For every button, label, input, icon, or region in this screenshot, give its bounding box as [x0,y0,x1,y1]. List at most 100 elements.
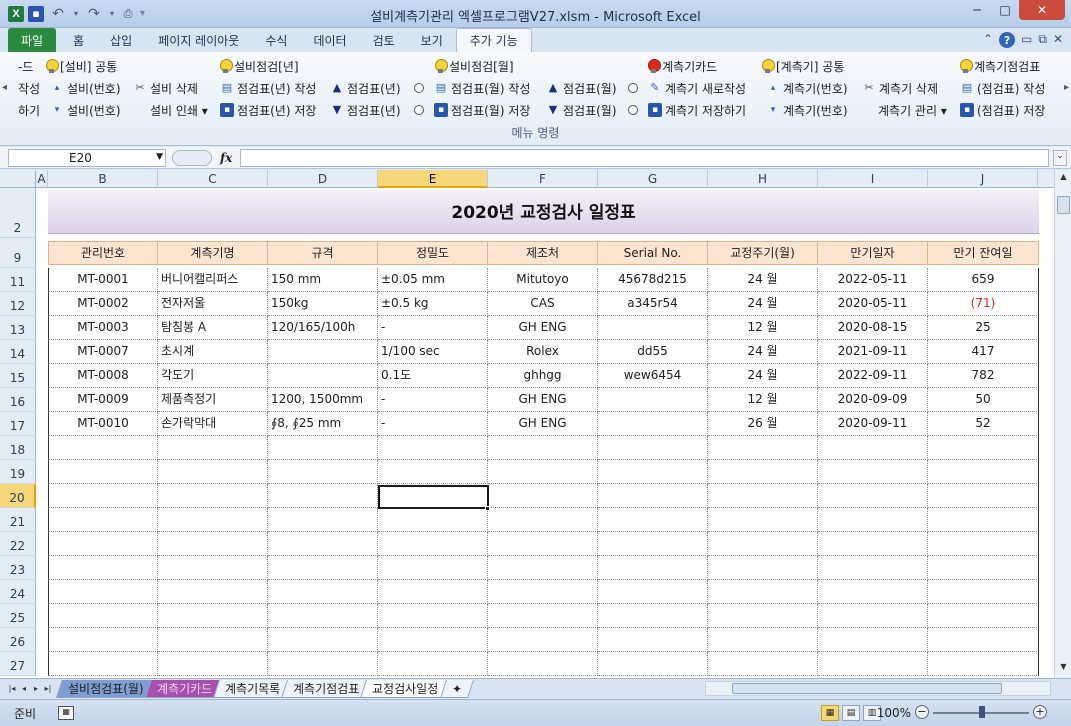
cell-due-date[interactable]: 2020-08-15 [818,316,928,340]
cell-spec[interactable] [268,628,378,652]
row-header-selected[interactable]: 20 [0,484,36,508]
ribbon-item-sort-equip-desc[interactable]: ▾ 설비(번호) [50,101,121,119]
tab-review[interactable]: 검토 [360,28,408,52]
tab-home[interactable]: 홈 [60,28,97,52]
ribbon-item-delete-gauge[interactable]: ✂ 계측기 삭제 [862,79,938,97]
cell-precision[interactable] [378,556,488,580]
scroll-up-icon[interactable]: ▲ [1057,172,1070,186]
row-header[interactable]: 17 [0,412,36,436]
ribbon-item-year-down[interactable]: ▼ 점검표(년) [330,101,401,119]
cell-precision[interactable]: 0.1도 [378,364,488,388]
ribbon-item-save-inspect-sheet[interactable]: ▪ (점검표) 저장 [960,101,1045,119]
cell-days-left[interactable] [928,508,1039,532]
cell-id[interactable] [48,532,158,556]
cell-manufacturer[interactable]: CAS [488,292,598,316]
cell-manufacturer[interactable] [488,532,598,556]
cell-precision[interactable]: - [378,412,488,436]
fx-icon[interactable]: fx [220,151,232,165]
cell-id[interactable]: MT-0003 [48,316,158,340]
cell-cycle[interactable] [708,556,818,580]
cell-due-date[interactable] [818,532,928,556]
column-header-i[interactable]: I [818,170,928,188]
cell-spec[interactable] [268,580,378,604]
cell-due-date[interactable] [818,652,928,676]
cell-id[interactable]: MT-0010 [48,412,158,436]
cell-days-left[interactable] [928,460,1039,484]
tab-add-ins[interactable]: 추가 기능 [455,28,532,52]
cell-cycle[interactable]: 12 월 [708,388,818,412]
sheet-tab-equip-monthly[interactable]: 설비점검표(월) [56,679,156,698]
ribbon-option-2[interactable] [628,79,638,97]
vertical-scrollbar[interactable]: ▲ ▼ [1054,170,1071,678]
prev-sheet-icon[interactable]: ◂ [18,684,30,693]
cell-manufacturer[interactable]: Rolex [488,340,598,364]
chevron-down-icon[interactable]: ▼ [156,152,163,162]
cell-precision[interactable] [378,508,488,532]
cell-due-date[interactable]: 2022-09-11 [818,364,928,388]
ribbon-item-year-up[interactable]: ▲ 점검표(년) [330,79,401,97]
cell-due-date[interactable] [818,508,928,532]
row-header[interactable]: 12 [0,292,36,316]
cell-manufacturer[interactable] [488,556,598,580]
cell-gauge-name[interactable] [158,628,268,652]
cell-manufacturer[interactable]: ghhgg [488,364,598,388]
cell-manufacturer[interactable] [488,508,598,532]
cell-due-date[interactable] [818,628,928,652]
cell-cycle[interactable]: 24 월 [708,364,818,388]
header-cycle[interactable]: 교정주기(월) [708,241,818,265]
cell-due-date[interactable] [818,556,928,580]
ribbon-collapse-icon[interactable]: ⌃ [983,32,993,48]
cell-cycle[interactable]: 24 월 [708,268,818,292]
ribbon-item-equip-inspect-year[interactable]: 설비점검[년] [220,57,299,75]
cell-serial[interactable] [598,484,708,508]
column-header-d[interactable]: D [268,170,378,188]
ribbon-scroll-right-icon[interactable]: ▸ [1064,82,1069,93]
doc-close-icon[interactable]: ✕ [1053,32,1063,48]
cell-id[interactable] [48,580,158,604]
minimize-button[interactable]: ─ [963,0,991,20]
row-header[interactable]: 18 [0,436,36,460]
cell-gauge-name[interactable]: 손가락막대 [158,412,268,436]
cell-id[interactable] [48,460,158,484]
cell-serial[interactable] [598,460,708,484]
cell-precision[interactable]: ±0.05 mm [378,268,488,292]
column-header-b[interactable]: B [48,170,158,188]
cell-manufacturer[interactable]: Mitutoyo [488,268,598,292]
cell-gauge-name[interactable] [158,532,268,556]
header-due-date[interactable]: 만기일자 [818,241,928,265]
cell-gauge-name[interactable] [158,556,268,580]
cell-precision[interactable]: - [378,388,488,412]
close-button[interactable]: ✕ [1019,0,1065,20]
cell-serial[interactable] [598,436,708,460]
cell-id[interactable]: MT-0001 [48,268,158,292]
row-header[interactable]: 26 [0,628,36,652]
sheet-tab-gauge-list[interactable]: 계측기목록 [212,679,292,698]
cell-manufacturer[interactable] [488,652,598,676]
column-header-j[interactable]: J [928,170,1038,188]
cell-manufacturer[interactable]: GH ENG [488,388,598,412]
cell-serial[interactable] [598,652,708,676]
cell-spec[interactable]: 150 mm [268,268,378,292]
cell-gauge-name[interactable] [158,652,268,676]
cell-gauge-name[interactable]: 초시계 [158,340,268,364]
cell-days-left[interactable] [928,628,1039,652]
cell-serial[interactable] [598,316,708,340]
row-header[interactable]: 21 [0,508,36,532]
cell-precision[interactable] [378,628,488,652]
header-spec[interactable]: 규격 [268,241,378,265]
cell-gauge-name[interactable] [158,580,268,604]
zoom-level[interactable]: 100% [877,706,911,720]
header-precision[interactable]: 정밀도 [378,241,488,265]
print-preview-icon[interactable]: ⎙ [120,6,136,22]
cell-gauge-name[interactable]: 버니어캘리퍼스 [158,268,268,292]
ribbon-item-card-partial[interactable]: -드 [18,57,33,75]
ribbon-item-manage-gauge[interactable]: 계측기 관리 ▾ [878,101,947,119]
cell-precision[interactable] [378,532,488,556]
cell-spec[interactable] [268,436,378,460]
ribbon-item-save-year-sheet[interactable]: ▪ 점검표(년) 저장 [220,101,316,119]
cell-serial[interactable] [598,532,708,556]
cell-gauge-name[interactable] [158,508,268,532]
cell-id[interactable] [48,628,158,652]
cell-id[interactable]: MT-0008 [48,364,158,388]
fill-handle[interactable] [485,506,490,511]
